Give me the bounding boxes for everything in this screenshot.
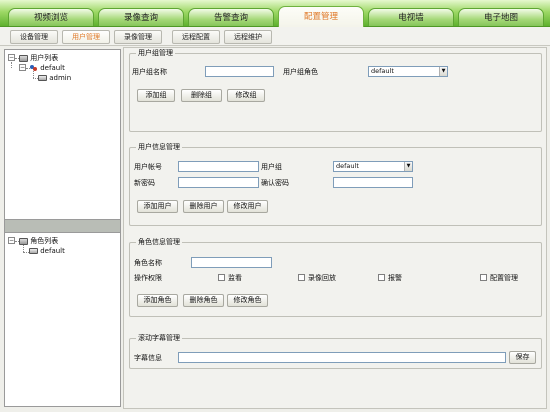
save-caption-button[interactable]: 保存	[509, 351, 536, 364]
collapse-toggle[interactable]: −	[8, 237, 15, 244]
subtab-remote-config[interactable]: 远程配置	[172, 30, 220, 44]
group-role-select[interactable]: default ▼	[368, 66, 448, 77]
add-user-button[interactable]: 添加用户	[137, 200, 178, 213]
user-tree-panel: − 用户列表 − default admin	[4, 49, 121, 220]
role-tree-panel: − 角色列表 default	[4, 232, 121, 407]
modify-user-button[interactable]: 修改用户	[227, 200, 268, 213]
permission-label: 操作权限	[134, 274, 162, 282]
subtab-user-mgmt[interactable]: 用户管理	[62, 30, 110, 44]
sub-tab-bar: 设备管理 用户管理 录像管理 远程配置 远程维护	[0, 27, 550, 46]
tab-alarm-query[interactable]: 告警查询	[188, 8, 274, 26]
modify-group-button[interactable]: 修改组	[227, 89, 265, 102]
tab-video-browse[interactable]: 视频浏览	[8, 8, 94, 26]
select-value: default	[336, 162, 359, 170]
tree-group-label: default	[40, 64, 65, 72]
user-group-select[interactable]: default ▼	[333, 161, 413, 172]
group-title: 用户组管理	[138, 49, 173, 57]
user-icon	[38, 75, 47, 81]
subtab-remote-maintenance[interactable]: 远程维护	[224, 30, 272, 44]
new-password-input[interactable]	[178, 177, 259, 188]
group-title: 用户信息管理	[138, 143, 180, 151]
role-name-input[interactable]	[191, 257, 272, 268]
chevron-down-icon[interactable]: ▼	[439, 67, 447, 76]
collapse-toggle[interactable]: −	[8, 54, 15, 61]
select-value: default	[371, 67, 394, 75]
playback-checkbox[interactable]	[298, 274, 305, 281]
list-icon	[19, 54, 28, 62]
alarm-label: 报警	[388, 274, 402, 282]
tree-root-roles[interactable]: 角色列表	[19, 236, 58, 246]
config-mgmt-checkbox[interactable]	[480, 274, 487, 281]
tree-role-default[interactable]: default	[29, 246, 65, 256]
tree-user-label: admin	[49, 74, 72, 82]
add-role-button[interactable]: 添加角色	[137, 294, 178, 307]
role-name-label: 角色名称	[134, 259, 162, 267]
user-group-label: 用户组	[261, 163, 282, 171]
user-icon	[29, 248, 38, 254]
delete-group-button[interactable]: 删除组	[181, 89, 222, 102]
collapse-toggle[interactable]: −	[19, 64, 26, 71]
tree-root-label: 角色列表	[30, 237, 59, 245]
config-content-panel: 用户组管理 用户组名称 用户组角色 default ▼ 添加组 删除组 修改组 …	[123, 47, 547, 409]
monitor-checkbox[interactable]	[218, 274, 225, 281]
group-icon	[30, 64, 38, 72]
account-label: 用户帐号	[134, 163, 162, 171]
playback-label: 录像回放	[308, 274, 336, 282]
tab-tv-wall[interactable]: 电视墙	[368, 8, 454, 26]
group-name-input[interactable]	[205, 66, 274, 77]
chevron-down-icon[interactable]: ▼	[404, 162, 412, 171]
confirm-password-label: 确认密码	[261, 179, 289, 187]
scroll-caption-mgmt-group: 滚动字幕管理	[129, 333, 542, 369]
subtab-device-mgmt[interactable]: 设备管理	[10, 30, 58, 44]
tree-root-users[interactable]: 用户列表	[19, 53, 58, 63]
tree-root-label: 用户列表	[30, 54, 59, 62]
confirm-password-input[interactable]	[333, 177, 413, 188]
alarm-checkbox[interactable]	[378, 274, 385, 281]
group-name-label: 用户组名称	[132, 68, 167, 76]
new-password-label: 新密码	[134, 179, 155, 187]
caption-input[interactable]	[178, 352, 506, 363]
delete-user-button[interactable]: 删除用户	[183, 200, 224, 213]
tab-record-query[interactable]: 录像查询	[98, 8, 184, 26]
monitor-label: 监看	[228, 274, 242, 282]
add-group-button[interactable]: 添加组	[137, 89, 175, 102]
tree-user-admin[interactable]: admin	[38, 73, 71, 83]
delete-role-button[interactable]: 删除角色	[183, 294, 224, 307]
tree-splitter[interactable]	[4, 220, 121, 232]
subtab-record-mgmt[interactable]: 录像管理	[114, 30, 162, 44]
tree-role-label: default	[40, 247, 65, 255]
group-title: 滚动字幕管理	[138, 334, 180, 342]
group-title: 角色信息管理	[138, 238, 180, 246]
caption-label: 字幕信息	[134, 354, 162, 362]
main-tab-bar: 视频浏览 录像查询 告警查询 配置管理 电视墙 电子地图	[0, 0, 550, 27]
config-mgmt-label: 配置管理	[490, 274, 518, 282]
tab-config-management[interactable]: 配置管理	[278, 6, 364, 27]
modify-role-button[interactable]: 修改角色	[227, 294, 268, 307]
group-role-label: 用户组角色	[283, 68, 318, 76]
list-icon	[19, 237, 28, 245]
account-input[interactable]	[178, 161, 259, 172]
tree-group-default[interactable]: default	[30, 63, 65, 73]
tab-e-map[interactable]: 电子地图	[458, 8, 544, 26]
